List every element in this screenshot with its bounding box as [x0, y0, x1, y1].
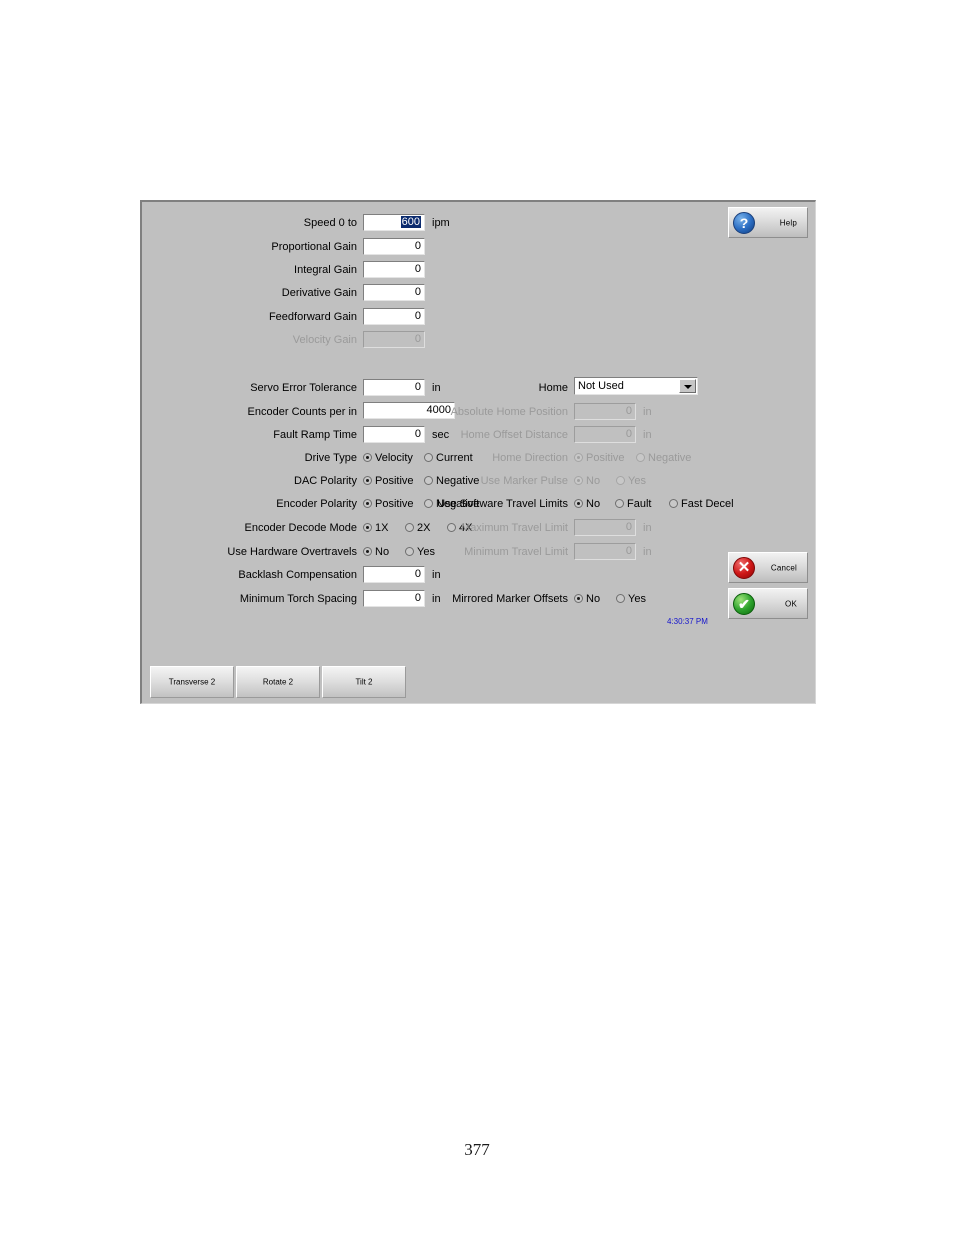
- tab-rotate-2-label: Rotate 2: [262, 677, 294, 687]
- cancel-button[interactable]: ✕ Cancel: [728, 552, 808, 583]
- tab-transverse-2-label: Transverse 2: [168, 677, 216, 687]
- home-direction-option-1-label: Negative: [648, 452, 692, 464]
- cancel-button-label: Cancel: [770, 563, 797, 572]
- use-marker-pulse-label: Use Marker Pulse: [480, 475, 568, 487]
- home-direction-radio-negative: Negative: [636, 451, 691, 465]
- tab-rotate-2[interactable]: Rotate 2: [236, 666, 320, 698]
- use-software-travel-limits-radio-no[interactable]: No: [574, 497, 600, 511]
- integral-gain-input[interactable]: 0: [363, 261, 425, 278]
- home-offset-distance-label: Home Offset Distance: [460, 429, 568, 441]
- radio-dot-icon: [669, 499, 678, 508]
- encoder-counts-per-in-label: Encoder Counts per in: [247, 406, 357, 418]
- use-software-travel-limits-label: Use Software Travel Limits: [437, 498, 568, 510]
- velocity-gain-input: 0: [363, 331, 425, 348]
- use-marker-pulse-option-0-label: No: [586, 475, 601, 487]
- encoder-polarity-label: Encoder Polarity: [276, 498, 357, 510]
- use-software-travel-limits-radio-fast-decel[interactable]: Fast Decel: [669, 497, 734, 511]
- minimum-travel-limit-input: 0: [574, 543, 636, 560]
- help-button-label: Help: [779, 218, 797, 227]
- radio-dot-icon: [363, 476, 372, 485]
- home-label: Home: [538, 382, 568, 394]
- red-x-circle-icon: ✕: [733, 556, 755, 579]
- ok-button[interactable]: ✔ OK: [728, 588, 808, 619]
- use-software-travel-limits-radio-fault[interactable]: Fault: [615, 497, 651, 511]
- tab-transverse-2[interactable]: Transverse 2: [150, 666, 234, 698]
- radio-dot-icon: [574, 594, 583, 603]
- dac-polarity-label: DAC Polarity: [294, 475, 357, 487]
- radio-dot-icon: [574, 476, 583, 485]
- backlash-compensation-input[interactable]: 0: [363, 566, 425, 583]
- page-canvas: ? Help Speed 0 to 600 ipm Proportional G…: [0, 0, 954, 1235]
- use-software-travel-limits-option-0-label: No: [586, 498, 601, 510]
- speed-input[interactable]: 600: [363, 214, 425, 231]
- use-software-travel-limits-option-1-label: Fault: [627, 498, 652, 510]
- radio-dot-icon: [363, 499, 372, 508]
- home-direction-label: Home Direction: [492, 452, 568, 464]
- radio-dot-icon: [574, 499, 583, 508]
- feedforward-gain-label: Feedforward Gain: [268, 311, 357, 323]
- derivative-gain-label: Derivative Gain: [281, 287, 357, 299]
- use-marker-pulse-radio-yes: Yes: [616, 474, 646, 488]
- maximum-travel-limit-unit: in: [643, 522, 652, 534]
- minimum-torch-spacing-label: Minimum Torch Spacing: [239, 593, 357, 605]
- radio-dot-icon: [363, 547, 372, 556]
- clock-timestamp: 4:30:37 PM: [667, 617, 708, 626]
- integral-gain-label: Integral Gain: [294, 264, 357, 276]
- help-button[interactable]: ? Help: [728, 207, 808, 238]
- absolute-home-position-label: Absolute Home Position: [450, 406, 568, 418]
- radio-dot-icon: [363, 523, 372, 532]
- radio-dot-icon: [574, 453, 583, 462]
- use-marker-pulse-radio-no: No: [574, 474, 600, 488]
- mirrored-marker-offsets-radio-yes[interactable]: Yes: [616, 592, 646, 606]
- home-dropdown[interactable]: Not Used: [574, 377, 698, 395]
- mirrored-marker-offsets-option-0-label: No: [586, 593, 601, 605]
- page-number: 377: [464, 1140, 490, 1159]
- velocity-gain-label: Velocity Gain: [292, 334, 357, 346]
- chevron-down-icon[interactable]: [679, 379, 696, 393]
- speed-label: Speed 0 to: [303, 217, 357, 229]
- home-offset-distance-unit: in: [643, 429, 652, 441]
- speed-input-value: 600: [400, 216, 421, 228]
- home-direction-radio-positive: Positive: [574, 451, 625, 465]
- drive-type-label: Drive Type: [304, 452, 357, 464]
- mirrored-marker-offsets-label: Mirrored Marker Offsets: [452, 593, 568, 605]
- radio-dot-icon: [616, 476, 625, 485]
- radio-dot-icon: [636, 453, 645, 462]
- minimum-travel-limit-unit: in: [643, 546, 652, 558]
- question-mark-icon: ?: [733, 211, 755, 234]
- backlash-compensation-unit: in: [432, 569, 441, 581]
- axis-configuration-dialog: ? Help Speed 0 to 600 ipm Proportional G…: [140, 200, 816, 704]
- home-offset-distance-input: 0: [574, 426, 636, 443]
- home-direction-option-0-label: Positive: [586, 452, 625, 464]
- home-dropdown-value: Not Used: [578, 380, 624, 392]
- absolute-home-position-input: 0: [574, 403, 636, 420]
- maximum-travel-limit-input: 0: [574, 519, 636, 536]
- speed-unit: ipm: [432, 217, 450, 229]
- use-marker-pulse-option-1-label: Yes: [628, 475, 646, 487]
- proportional-gain-input[interactable]: 0: [363, 238, 425, 255]
- fault-ramp-time-label: Fault Ramp Time: [273, 429, 357, 441]
- maximum-travel-limit-label: Maximum Travel Limit: [461, 522, 568, 534]
- radio-dot-icon: [363, 453, 372, 462]
- ok-button-label: OK: [785, 599, 797, 608]
- mirrored-marker-offsets-option-1-label: Yes: [628, 593, 646, 605]
- tab-tilt-2[interactable]: Tilt 2: [322, 666, 406, 698]
- encoder-decode-mode-label: Encoder Decode Mode: [244, 522, 357, 534]
- servo-error-tolerance-label: Servo Error Tolerance: [250, 382, 357, 394]
- tab-tilt-2-label: Tilt 2: [355, 677, 373, 687]
- backlash-compensation-label: Backlash Compensation: [238, 569, 357, 581]
- radio-dot-icon: [615, 499, 624, 508]
- green-check-circle-icon: ✔: [733, 592, 755, 615]
- radio-dot-icon: [616, 594, 625, 603]
- feedforward-gain-input[interactable]: 0: [363, 308, 425, 325]
- proportional-gain-label: Proportional Gain: [271, 241, 357, 253]
- mirrored-marker-offsets-radio-no[interactable]: No: [574, 592, 600, 606]
- minimum-travel-limit-label: Minimum Travel Limit: [464, 546, 568, 558]
- derivative-gain-input[interactable]: 0: [363, 284, 425, 301]
- use-software-travel-limits-option-2-label: Fast Decel: [681, 498, 734, 510]
- use-hardware-overtravels-label: Use Hardware Overtravels: [227, 546, 357, 558]
- absolute-home-position-unit: in: [643, 406, 652, 418]
